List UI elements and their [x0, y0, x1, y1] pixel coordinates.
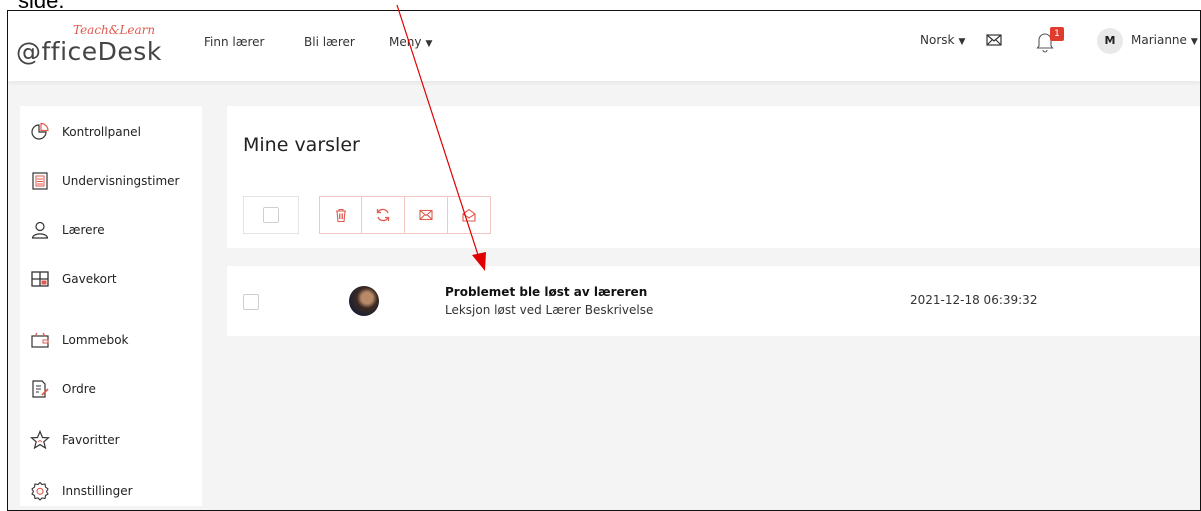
notification-timestamp: 2021-12-18 06:39:32: [910, 293, 1038, 307]
language-dropdown[interactable]: Norsk ▼: [920, 33, 965, 47]
mark-read-button[interactable]: [448, 196, 491, 234]
select-all-checkbox[interactable]: [243, 196, 299, 234]
trash-icon: [335, 208, 346, 223]
sidebar-item-lommebok[interactable]: Lommebok: [30, 328, 129, 352]
sidebar-item-laerere[interactable]: Lærere: [30, 218, 105, 242]
nav-link-finn-laerer[interactable]: Finn lærer: [204, 35, 265, 49]
sidebar-item-ordre[interactable]: Ordre: [30, 377, 96, 401]
order-edit-icon: [32, 380, 49, 398]
mail-icon: [419, 209, 433, 221]
language-label: Norsk: [920, 33, 955, 47]
user-menu-dropdown[interactable]: Marianne ▼: [1131, 33, 1198, 47]
logo-tagline: Teach&Learn: [73, 23, 156, 37]
page-title: Mine varsler: [243, 134, 360, 156]
star-icon: [30, 430, 50, 450]
notification-count-badge: 1: [1050, 27, 1064, 41]
nav-menu-dropdown[interactable]: Meny ▼: [389, 35, 432, 49]
sidebar-item-label: Ordre: [62, 382, 96, 396]
user-name: Marianne: [1131, 33, 1187, 47]
sidebar: Kontrollpanel Undervisningstimer Lærere: [20, 106, 202, 506]
logo-wordmark: @fficeDesk: [16, 37, 162, 66]
row-checkbox[interactable]: [243, 294, 259, 310]
open-mail-icon: [462, 208, 476, 222]
sidebar-item-label: Gavekort: [62, 272, 117, 286]
notifications-header-panel: Mine varsler: [227, 106, 1200, 248]
app-window: Teach&Learn @fficeDesk Finn lærer Bli læ…: [7, 10, 1201, 511]
nav-link-bli-laerer[interactable]: Bli lærer: [304, 35, 355, 49]
sidebar-item-label: Undervisningstimer: [62, 174, 180, 188]
logo[interactable]: Teach&Learn @fficeDesk: [16, 23, 176, 67]
delete-button[interactable]: [319, 196, 362, 234]
sidebar-item-label: Innstillinger: [62, 484, 133, 498]
wallet-icon: [31, 332, 49, 348]
sidebar-item-label: Lommebok: [62, 333, 129, 347]
sidebar-item-undervisningstimer[interactable]: Undervisningstimer: [30, 169, 179, 193]
chevron-down-icon: ▼: [1190, 37, 1198, 47]
notification-subtitle: Leksjon løst ved Lærer Beskrivelse: [445, 303, 654, 317]
notifications-toolbar: [243, 196, 491, 234]
mark-unread-button[interactable]: [405, 196, 448, 234]
avatar[interactable]: M: [1097, 28, 1123, 54]
checkbox-box: [263, 207, 279, 223]
refresh-button[interactable]: [362, 196, 405, 234]
sidebar-item-gavekort[interactable]: Gavekort: [30, 267, 117, 291]
sidebar-item-label: Kontrollpanel: [62, 125, 141, 139]
sidebar-item-label: Favoritter: [62, 433, 120, 447]
refresh-icon: [376, 208, 390, 222]
pie-chart-icon: [31, 122, 49, 140]
user-icon: [31, 221, 49, 239]
sidebar-item-label: Lærere: [62, 223, 105, 237]
notification-row[interactable]: Problemet ble løst av læreren Leksjon lø…: [227, 266, 1200, 336]
gear-icon: [31, 481, 49, 501]
notification-title: Problemet ble løst av læreren: [445, 285, 648, 299]
nav-menu-label: Meny: [389, 35, 422, 49]
sidebar-item-kontrollpanel[interactable]: Kontrollpanel: [30, 120, 141, 144]
sidebar-item-favoritter[interactable]: Favoritter: [30, 428, 120, 452]
notifications-button[interactable]: 1: [1035, 27, 1065, 55]
mail-icon[interactable]: [985, 31, 1003, 49]
chevron-down-icon: ▼: [425, 39, 433, 49]
document-list-icon: [32, 172, 48, 190]
chevron-down-icon: ▼: [958, 37, 966, 47]
sidebar-item-innstillinger[interactable]: Innstillinger: [30, 479, 133, 503]
gift-card-icon: [31, 271, 49, 287]
sender-avatar: [349, 286, 379, 316]
top-navbar: Teach&Learn @fficeDesk Finn lærer Bli læ…: [8, 11, 1200, 81]
